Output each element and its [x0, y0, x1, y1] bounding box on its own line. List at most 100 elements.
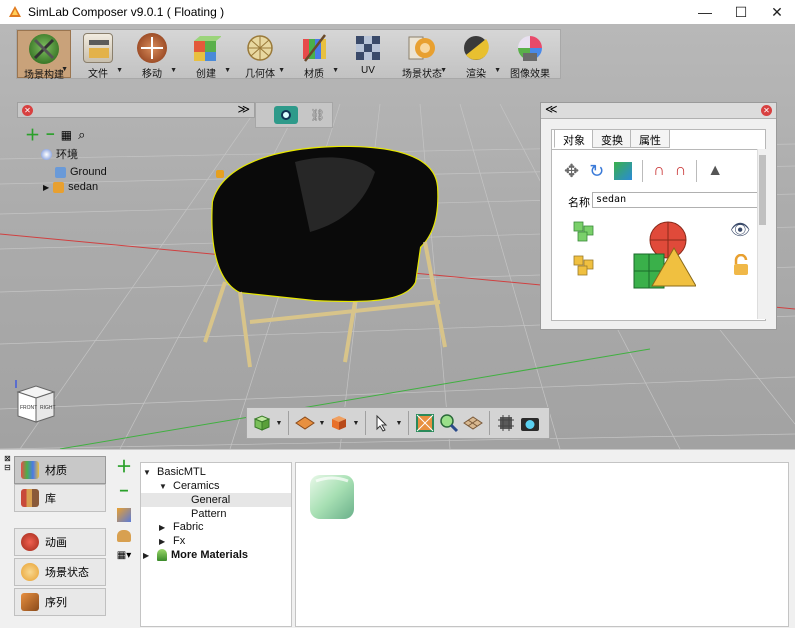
tree-item-general[interactable]: General	[141, 493, 291, 507]
create-icon	[191, 33, 222, 63]
expand-arrow-icon[interactable]: ▶	[43, 183, 49, 192]
material-library-icon[interactable]	[117, 508, 131, 522]
toolbar-render[interactable]: 渲染 ▼	[449, 30, 503, 80]
expand-double-arrow-icon[interactable]: ≪	[545, 102, 558, 116]
move-arrows-icon[interactable]: ✥	[564, 161, 579, 182]
tree-item-fx[interactable]: ▶ Fx	[159, 534, 185, 548]
toolbar-file[interactable]: 文件 ▼	[71, 30, 125, 80]
lock-object-icon[interactable]: ▲	[707, 162, 723, 180]
uv-icon	[353, 33, 383, 63]
unlock-icon[interactable]	[732, 253, 750, 276]
expand-arrow-icon[interactable]: ▶	[159, 537, 169, 546]
tree-item-label: Fx	[173, 535, 186, 547]
tree-item-basicmtl[interactable]: ▼ BasicMTL	[143, 465, 206, 479]
select-cursor-icon[interactable]	[371, 412, 393, 434]
screenshot-camera-icon[interactable]	[519, 412, 541, 434]
close-panel-icon[interactable]: ✕	[22, 105, 33, 116]
collapse-arrow-icon[interactable]: ▼	[143, 468, 153, 477]
nav-item-sequence[interactable]: 序列	[14, 588, 106, 616]
nav-item-scene-states[interactable]: 场景状态	[14, 558, 106, 586]
cube-right-label: RIGHT	[40, 405, 56, 411]
close-button[interactable]: ✕	[759, 0, 795, 24]
green-cubes-icon[interactable]	[572, 220, 598, 244]
scale-icon[interactable]	[614, 162, 633, 180]
toolbar-move[interactable]: 移动 ▼	[125, 30, 179, 80]
add-icon[interactable]: ＋	[25, 124, 40, 145]
dropdown-arrow-icon[interactable]: ▼	[224, 67, 231, 74]
tree-item-ceramics[interactable]: ▼ Ceramics	[159, 479, 219, 493]
dropdown-arrow-icon[interactable]: ▼	[318, 420, 326, 427]
vertical-scrollbar[interactable]	[757, 149, 767, 319]
dropdown-arrow-icon[interactable]: ▼	[352, 420, 360, 427]
toolbar-material[interactable]: 材质 ▼	[287, 30, 341, 80]
camera-icon[interactable]	[274, 106, 298, 124]
nav-item-animation[interactable]: 动画	[14, 528, 106, 556]
yellow-cubes-icon[interactable]	[572, 254, 598, 278]
floor-texture-icon[interactable]	[462, 412, 484, 434]
toolbar-image-effects[interactable]: 图像效果	[503, 30, 557, 80]
material-folder-icon[interactable]	[117, 530, 131, 542]
dropdown-arrow-icon[interactable]: ▼	[494, 67, 501, 74]
tab-attributes[interactable]: 属性	[630, 129, 670, 148]
tab-object[interactable]: 对象	[554, 129, 594, 148]
toolbar-label: 创建	[196, 69, 216, 80]
visibility-eye-icon[interactable]: 👁	[730, 220, 750, 240]
object-icon	[55, 166, 66, 178]
material-swatch[interactable]	[306, 471, 358, 523]
search-icon[interactable]: ⌕	[78, 127, 85, 143]
tab-transform[interactable]: 变换	[592, 129, 632, 148]
dropdown-arrow-icon[interactable]: ▼	[395, 420, 403, 427]
tree-item-sedan[interactable]: ▶ sedan	[43, 181, 98, 193]
rotate-icon[interactable]: ↻	[589, 161, 604, 182]
tree-item-more-materials[interactable]: ▶ More Materials	[143, 548, 248, 562]
remove-material-icon[interactable]: −	[119, 484, 128, 500]
object-preview-icon	[630, 220, 697, 290]
zoom-target-icon[interactable]	[438, 412, 460, 434]
chip-icon[interactable]	[495, 412, 517, 434]
tree-item-pattern[interactable]: Pattern	[191, 507, 226, 521]
shaded-box-icon[interactable]	[328, 412, 350, 434]
dropdown-arrow-icon[interactable]: ▼	[275, 420, 283, 427]
view-cube[interactable]: FRONT RIGHT	[14, 378, 58, 428]
dropdown-arrow-icon[interactable]: ▼	[332, 67, 339, 74]
toolbar-scene-state[interactable]: 场景状态 ▼	[395, 30, 449, 80]
tree-item-fabric[interactable]: ▶ Fabric	[159, 520, 204, 534]
close-panel-icon[interactable]: ✕	[761, 105, 772, 116]
remove-icon[interactable]: −	[46, 126, 55, 143]
panel-close-pin-icon[interactable]: ⊠ ⊟	[4, 454, 11, 472]
fit-view-icon[interactable]	[414, 412, 436, 434]
toolbar-uv[interactable]: UV	[341, 30, 395, 78]
expand-arrow-icon[interactable]: ▶	[159, 523, 169, 532]
toolbar-create[interactable]: 创建 ▼	[179, 30, 233, 80]
dropdown-arrow-icon[interactable]: ▼	[278, 67, 285, 74]
collapse-double-arrow-icon[interactable]: ≫	[237, 102, 250, 116]
title-bar: SimLab Composer v9.0.1 ( Floating ) — ☐ …	[0, 0, 795, 24]
view-options-icon[interactable]: ▦▾	[117, 550, 131, 561]
maximize-button[interactable]: ☐	[723, 0, 759, 24]
magnet-object-icon[interactable]: ∩	[675, 162, 687, 180]
ground-plane-icon[interactable]	[294, 412, 316, 434]
dropdown-arrow-icon[interactable]: ▼	[170, 67, 177, 74]
expand-arrow-icon[interactable]: ▶	[143, 551, 153, 560]
tree-item-environment[interactable]: 环境	[41, 146, 78, 162]
move-icon	[137, 33, 167, 63]
link-icon[interactable]: ⛓	[310, 108, 325, 122]
grid-tools-icon[interactable]: ▦	[61, 128, 72, 142]
dropdown-arrow-icon[interactable]: ▼	[116, 67, 123, 74]
tree-item-ground[interactable]: Ground	[55, 166, 107, 178]
add-material-icon[interactable]: ＋	[116, 460, 132, 476]
display-mode-icon[interactable]	[251, 412, 273, 434]
nav-item-materials[interactable]: 材质	[14, 456, 106, 484]
name-input[interactable]: sedan	[592, 192, 760, 208]
collapse-arrow-icon[interactable]: ▼	[159, 482, 169, 491]
magnet-icon[interactable]: ∩	[653, 162, 665, 180]
toolbar-scene-build[interactable]: 场景构建 ▼	[17, 30, 71, 81]
tree-item-label: Fabric	[173, 521, 204, 533]
minimize-button[interactable]: —	[687, 0, 723, 24]
material-preview-panel	[295, 462, 789, 627]
name-label: 名称	[568, 197, 590, 209]
dropdown-arrow-icon[interactable]: ▼	[61, 66, 68, 73]
nav-item-library[interactable]: 库	[14, 484, 106, 512]
toolbar-geometry[interactable]: 几何体 ▼	[233, 30, 287, 80]
dropdown-arrow-icon[interactable]: ▼	[440, 67, 447, 74]
